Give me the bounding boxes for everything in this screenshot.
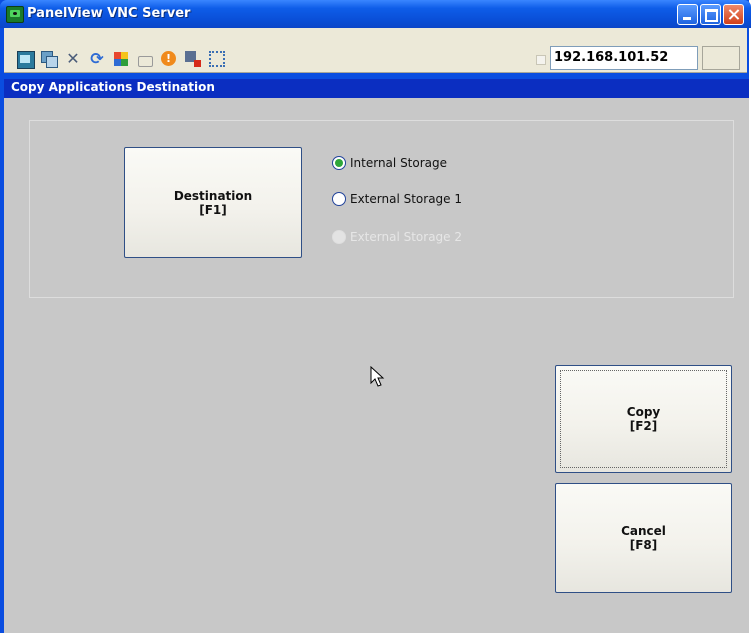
radio-label: External Storage 1 (350, 192, 463, 206)
radio-unselected-icon (332, 192, 346, 206)
radio-internal-storage[interactable]: Internal Storage (332, 156, 447, 170)
alert-icon[interactable]: ! (161, 51, 176, 66)
radio-selected-icon (332, 156, 346, 170)
app-icon (6, 6, 24, 23)
radio-label: Internal Storage (350, 156, 448, 170)
cancel-button[interactable]: Cancel [F8] (555, 483, 732, 593)
window-title: PanelView VNC Server (27, 6, 191, 21)
close-button[interactable] (723, 4, 744, 25)
monitor-icon[interactable] (17, 51, 35, 69)
copy-button[interactable]: Copy [F2] (555, 365, 732, 473)
ip-dropdown[interactable] (702, 46, 740, 70)
ip-checkbox[interactable] (536, 55, 546, 65)
screen-header: Copy Applications Destination (4, 79, 749, 98)
tools-icon[interactable]: ✕ (65, 51, 81, 67)
destination-button-label: Destination (173, 188, 253, 203)
network-icon[interactable] (185, 51, 201, 67)
keyboard-icon[interactable] (137, 51, 153, 67)
copy-button-label: Copy (626, 405, 661, 419)
refresh-icon[interactable]: ⟳ (89, 51, 105, 67)
cancel-button-label: Cancel (621, 524, 666, 538)
fullscreen-icon[interactable] (209, 51, 225, 67)
destination-button-key: [F1] (199, 202, 227, 217)
windows-icon[interactable] (41, 51, 58, 68)
radio-disabled-icon (332, 230, 346, 244)
copy-button-key: [F2] (629, 419, 658, 433)
screen-title: Copy Applications Destination (11, 80, 215, 94)
destination-button[interactable]: Destination [F1] (124, 147, 302, 258)
maximize-button[interactable] (700, 4, 721, 25)
minimize-button[interactable] (677, 4, 698, 25)
vnc-window: PanelView VNC Server ✕ ⟳ ! 192.168.101.5… (0, 0, 751, 633)
radio-label: External Storage 2 (350, 230, 463, 244)
cancel-button-key: [F8] (629, 538, 658, 552)
remote-screen: Destination [F1] Internal Storage Extern… (4, 98, 749, 633)
title-bar[interactable]: PanelView VNC Server (0, 0, 751, 28)
radio-external-storage-1[interactable]: External Storage 1 (332, 192, 462, 206)
ip-address-field[interactable]: 192.168.101.52 (550, 46, 698, 70)
windows-logo-icon[interactable] (113, 51, 129, 67)
radio-external-storage-2: External Storage 2 (332, 230, 462, 244)
